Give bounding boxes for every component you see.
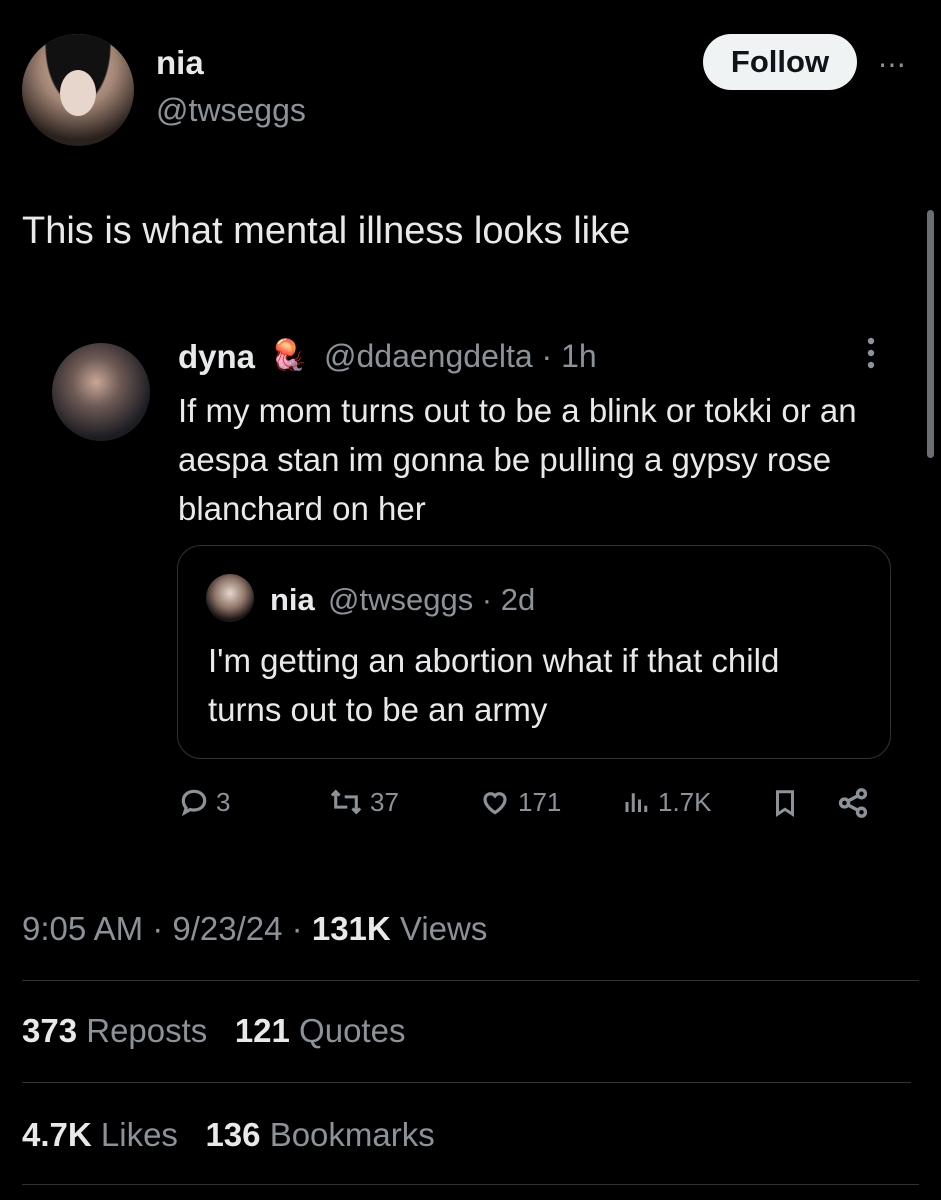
divider xyxy=(22,980,919,981)
quotes-count: 121 xyxy=(234,1012,290,1049)
quoted-tweet-text: If my mom turns out to be a blink or tok… xyxy=(178,392,857,527)
likes-label: Likes xyxy=(100,1116,178,1153)
tweet-meta: 9:05 AM · 9/23/24 · 131K Views xyxy=(22,910,488,947)
bookmarks-count: 136 xyxy=(205,1116,261,1153)
nested-author-name: nia xyxy=(270,582,315,617)
like-count: 171 xyxy=(518,786,562,817)
avatar-face xyxy=(60,70,96,116)
repost-icon xyxy=(330,789,362,815)
likes-count: 4.7K xyxy=(22,1116,92,1153)
tweet-text: This is what mental illness looks like xyxy=(22,210,631,252)
reply-icon xyxy=(181,789,207,817)
views-icon xyxy=(625,793,648,812)
reposts-label: Reposts xyxy=(86,1012,208,1049)
bookmark-icon xyxy=(776,790,794,818)
author-name[interactable]: nia xyxy=(156,44,204,82)
quoted-author-name[interactable]: dyna xyxy=(178,338,255,376)
nested-handle-time: @twseggs · 2d xyxy=(328,582,536,617)
stats-row-reposts-quotes: 373 Reposts 121 Quotes xyxy=(22,1012,405,1050)
more-options-icon[interactable]: ⋯ xyxy=(878,48,907,81)
nested-tweet-text: I'm getting an abortion what if that chi… xyxy=(208,642,780,728)
bookmarks-stat[interactable]: 136 Bookmarks xyxy=(205,1116,434,1153)
author-avatar[interactable] xyxy=(22,34,134,146)
stats-row-likes-bookmarks: 4.7K Likes 136 Bookmarks xyxy=(22,1116,435,1154)
views-label: Views xyxy=(399,910,488,947)
repost-action[interactable]: 37 xyxy=(328,786,399,818)
reposts-stat[interactable]: 373 Reposts xyxy=(22,1012,207,1049)
reply-action[interactable]: 3 xyxy=(178,786,230,818)
quotes-label: Quotes xyxy=(299,1012,406,1049)
like-action[interactable]: 171 xyxy=(478,786,561,818)
tweet-date: 9/23/24 xyxy=(172,910,283,947)
tweet-time: 9:05 AM xyxy=(22,910,144,947)
like-icon xyxy=(483,792,507,815)
nested-author-avatar xyxy=(206,574,254,622)
likes-stat[interactable]: 4.7K Likes xyxy=(22,1116,178,1153)
nested-quote-card[interactable]: nia @twseggs · 2d I'm getting an abortio… xyxy=(177,545,891,759)
share-icon xyxy=(838,788,868,818)
quotes-stat[interactable]: 121 Quotes xyxy=(235,1012,406,1049)
bookmark-action[interactable] xyxy=(770,786,800,820)
follow-button[interactable]: Follow xyxy=(703,34,857,90)
scrollbar[interactable] xyxy=(927,210,934,458)
views-count: 1.7K xyxy=(658,786,712,817)
views-action[interactable]: 1.7K xyxy=(622,786,712,818)
author-handle[interactable]: @twseggs xyxy=(156,92,306,129)
divider xyxy=(22,1184,919,1185)
bookmarks-label: Bookmarks xyxy=(269,1116,435,1153)
views-total: 131K xyxy=(311,910,391,947)
quoted-more-icon[interactable] xyxy=(866,336,876,370)
repost-count: 37 xyxy=(370,786,399,817)
reply-count: 3 xyxy=(216,786,231,817)
jellyfish-emoji: 🪼 xyxy=(270,339,308,372)
reposts-count: 373 xyxy=(22,1012,78,1049)
divider xyxy=(22,1082,911,1083)
quoted-handle-time[interactable]: @ddaengdelta · 1h xyxy=(324,338,597,375)
share-action[interactable] xyxy=(836,786,870,820)
quoted-author-avatar[interactable] xyxy=(52,343,150,441)
